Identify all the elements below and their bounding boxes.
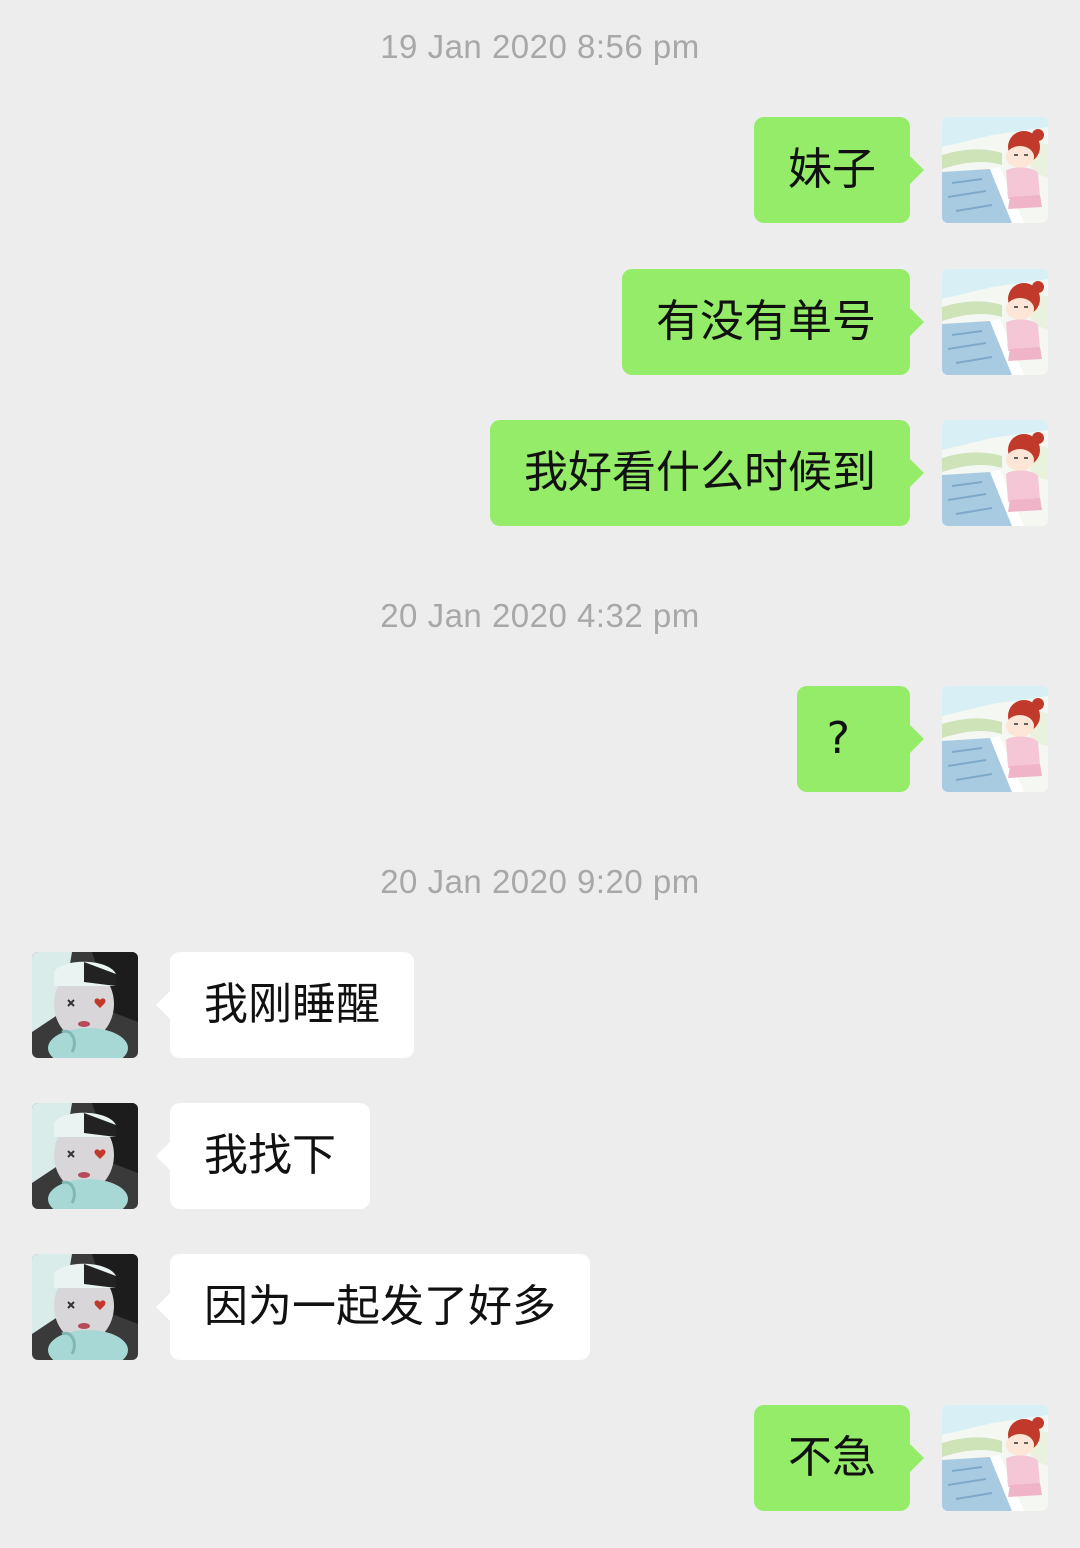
cartoon-girl-avatar[interactable] <box>942 420 1048 526</box>
message-bubble[interactable]: 我刚睡醒 <box>156 952 414 1058</box>
message-row: 因为一起发了好多 <box>0 1254 1080 1362</box>
message-row: 有没有单号 <box>0 269 1080 377</box>
message-row: 我刚睡醒 <box>0 952 1080 1060</box>
message-bubble[interactable]: 因为一起发了好多 <box>156 1254 590 1360</box>
message-row: 不急 <box>0 1405 1080 1513</box>
cartoon-girl-avatar[interactable] <box>942 1405 1048 1511</box>
timestamp: 20 Jan 2020 9:20 pm <box>380 863 700 900</box>
cosplay-girl-avatar[interactable] <box>32 952 138 1058</box>
timestamp: 20 Jan 2020 4:32 pm <box>380 597 700 634</box>
cartoon-girl-avatar[interactable] <box>942 686 1048 792</box>
message-bubble[interactable]: 不急 <box>754 1405 924 1511</box>
cartoon-girl-avatar[interactable] <box>942 117 1048 223</box>
timestamp: 19 Jan 2020 8:56 pm <box>380 28 700 65</box>
message-row: 妹子 <box>0 117 1080 225</box>
message-bubble[interactable]: 有没有单号 <box>622 269 924 375</box>
cartoon-girl-avatar[interactable] <box>942 269 1048 375</box>
message-row: 我找下 <box>0 1103 1080 1211</box>
message-bubble[interactable]: 我好看什么时候到 <box>490 420 924 526</box>
message-bubble[interactable]: ? <box>796 686 925 792</box>
cosplay-girl-avatar[interactable] <box>32 1103 138 1209</box>
message-row: 我好看什么时候到 <box>0 420 1080 528</box>
message-row: ? <box>0 686 1080 794</box>
message-bubble[interactable]: 我找下 <box>156 1103 370 1209</box>
cosplay-girl-avatar[interactable] <box>32 1254 138 1360</box>
message-bubble[interactable]: 妹子 <box>754 117 924 223</box>
